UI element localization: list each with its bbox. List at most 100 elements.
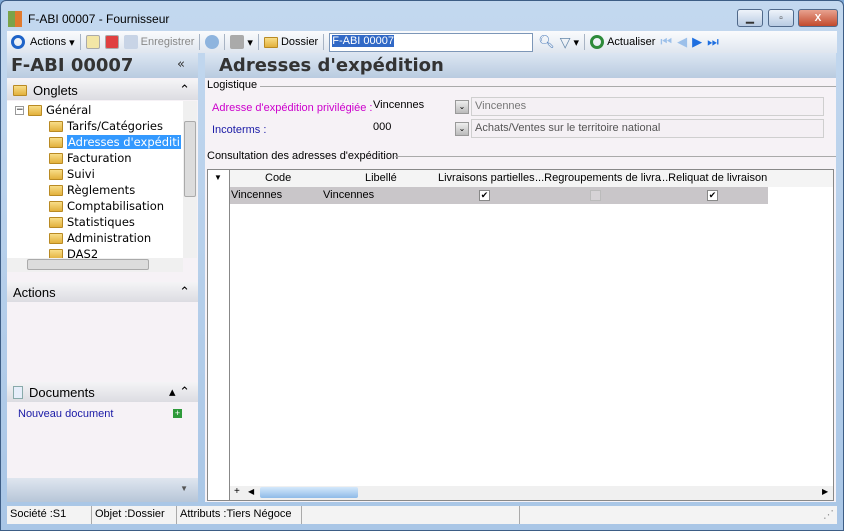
folder-icon bbox=[49, 184, 63, 196]
scroll-left-icon[interactable]: ◀ bbox=[248, 487, 254, 496]
page-title: Adresses d'expédition bbox=[219, 55, 444, 76]
first-record-icon[interactable]: ⏮ bbox=[660, 34, 672, 50]
folder-button[interactable]: Dossier bbox=[263, 36, 319, 48]
tree-item-label: Facturation bbox=[67, 151, 132, 165]
grid-horizontal-scrollbar[interactable]: + ◀ ▶ bbox=[230, 486, 833, 500]
save-button[interactable]: Enregistrer bbox=[123, 35, 194, 49]
scroll-thumb[interactable] bbox=[260, 487, 358, 498]
new-icon[interactable] bbox=[85, 35, 100, 49]
column-chooser-icon[interactable]: ▼ bbox=[214, 173, 222, 182]
status-attributes: Attributs :Tiers Négoce bbox=[177, 506, 302, 524]
tree-item[interactable]: DAS2 bbox=[49, 246, 98, 258]
divider bbox=[257, 34, 259, 50]
scroll-thumb[interactable] bbox=[27, 259, 149, 270]
expand-icon[interactable]: ▼ bbox=[180, 484, 188, 493]
preferred-address-desc: Vincennes bbox=[471, 97, 824, 116]
column-header-libelle[interactable]: Libellé bbox=[365, 172, 397, 184]
panel-footer: ▼ bbox=[7, 478, 198, 502]
window-title: F-ABI 00007 - Fournisseur bbox=[28, 12, 170, 26]
tree-item-label: Statistiques bbox=[67, 215, 135, 229]
scroll-right-icon[interactable]: ▶ bbox=[822, 487, 828, 496]
preferred-address-label: Adresse d'expédition privilégiée : bbox=[212, 102, 373, 114]
tabs-section-header[interactable]: Onglets ⌃ bbox=[7, 80, 198, 100]
documents-section-header[interactable]: Documents ▴ ⌃ bbox=[7, 382, 198, 402]
sync-icon[interactable] bbox=[205, 35, 220, 49]
folder-icon bbox=[49, 168, 63, 180]
last-record-icon[interactable]: ⏭ bbox=[707, 34, 719, 50]
tree-item[interactable]: Comptabilisation bbox=[49, 198, 164, 214]
divider bbox=[584, 34, 586, 50]
folder-icon bbox=[49, 152, 63, 164]
column-header-remainder[interactable]: ...Reliquat de livraison bbox=[659, 172, 767, 184]
column-header-partial-deliveries[interactable]: Livraisons partielles bbox=[438, 172, 535, 184]
folder-icon bbox=[49, 200, 63, 212]
collapse-tree-icon[interactable]: − bbox=[15, 105, 24, 115]
tree-item[interactable]: Facturation bbox=[49, 150, 132, 166]
divider bbox=[224, 34, 226, 50]
documents-section-title: Documents bbox=[29, 384, 95, 400]
column-header-grouping[interactable]: ...Regroupements de livra bbox=[535, 172, 661, 184]
tree-item-selected[interactable]: Adresses d'expéditi bbox=[49, 134, 181, 150]
actions-menu[interactable]: Actions ▾ bbox=[30, 36, 75, 49]
tree-root[interactable]: − Général bbox=[15, 102, 91, 118]
checkbox-grouping[interactable] bbox=[590, 190, 601, 201]
delete-icon[interactable] bbox=[104, 35, 119, 49]
add-icon[interactable]: + bbox=[173, 409, 182, 418]
tree-item[interactable]: Règlements bbox=[49, 182, 135, 198]
folder-icon bbox=[13, 84, 27, 96]
print-button[interactable]: ▾ bbox=[230, 35, 253, 49]
tree-item-label: Suivi bbox=[67, 167, 95, 181]
dropdown-icon[interactable]: ⌄ bbox=[455, 122, 469, 136]
folder-icon bbox=[49, 216, 63, 228]
grid-header: Code Libellé Livraisons partielles ...Re… bbox=[230, 170, 833, 187]
tree-vertical-scrollbar[interactable] bbox=[183, 101, 197, 258]
document-icon bbox=[13, 385, 23, 399]
filter-icon: ▽ bbox=[559, 33, 571, 50]
table-row[interactable]: Vincennes Vincennes ✔ ✔ bbox=[230, 187, 768, 204]
resize-grip-icon[interactable]: ⋰ bbox=[520, 506, 837, 524]
tree-item-label: Comptabilisation bbox=[67, 199, 165, 213]
incoterms-label: Incoterms : bbox=[212, 124, 267, 136]
collapse-icon[interactable]: ⌃ bbox=[179, 284, 190, 300]
add-row-icon[interactable]: + bbox=[234, 486, 240, 497]
search-input[interactable]: F-ABI 00007 bbox=[329, 32, 534, 52]
tree-item[interactable]: Administration bbox=[49, 230, 151, 246]
tree-item[interactable]: Suivi bbox=[49, 166, 95, 182]
refresh-button[interactable]: Actualiser bbox=[590, 35, 655, 49]
tree-item-label: Tarifs/Catégories bbox=[67, 119, 163, 133]
cell-libelle: Vincennes bbox=[323, 189, 375, 201]
tree-root-label: Général bbox=[46, 103, 92, 117]
maximize-button[interactable]: ▫ bbox=[768, 9, 794, 27]
status-bar: Société :S1 Objet :Dossier Attributs :Ti… bbox=[7, 506, 837, 524]
addresses-group-title: Consultation des adresses d'expédition bbox=[207, 150, 399, 162]
scroll-thumb[interactable] bbox=[184, 121, 196, 197]
checkbox-partial-deliveries[interactable]: ✔ bbox=[479, 190, 490, 201]
previous-record-icon[interactable]: ◀ bbox=[677, 34, 687, 50]
next-record-icon[interactable]: ▶ bbox=[692, 34, 702, 50]
checkbox-remainder[interactable]: ✔ bbox=[707, 190, 718, 201]
tree-horizontal-scrollbar[interactable] bbox=[7, 258, 183, 272]
filter-button[interactable]: ▽ ▾ bbox=[560, 34, 579, 51]
minimize-button[interactable]: ▁ bbox=[737, 9, 763, 27]
tree-item-label: Règlements bbox=[67, 183, 136, 197]
status-company: Société :S1 bbox=[7, 506, 92, 524]
target-icon[interactable] bbox=[11, 35, 25, 49]
dropdown-icon[interactable]: ⌄ bbox=[455, 100, 469, 114]
actions-label: Actions bbox=[30, 36, 67, 48]
tree-item[interactable]: Tarifs/Catégories bbox=[49, 118, 163, 134]
actions-section-header[interactable]: Actions ⌃ bbox=[7, 282, 198, 302]
divider bbox=[323, 34, 325, 50]
search-value: F-ABI 00007 bbox=[332, 34, 394, 47]
tree-item-label: DAS2 bbox=[67, 247, 99, 258]
folder-icon bbox=[28, 104, 42, 116]
tree-item[interactable]: Statistiques bbox=[49, 214, 135, 230]
tree-item-label: Administration bbox=[67, 231, 152, 245]
search-icon[interactable]: 🔍︎ bbox=[538, 34, 555, 50]
close-button[interactable]: X bbox=[798, 9, 838, 27]
collapse-panel-button[interactable]: « bbox=[177, 57, 185, 72]
column-header-code[interactable]: Code bbox=[265, 172, 291, 184]
new-document-link[interactable]: Nouveau document bbox=[18, 408, 113, 420]
collapse-icon[interactable]: ⌃ bbox=[179, 82, 190, 98]
collapse-icon[interactable]: ▴ ⌃ bbox=[169, 384, 190, 400]
folder-label: Dossier bbox=[280, 36, 319, 48]
